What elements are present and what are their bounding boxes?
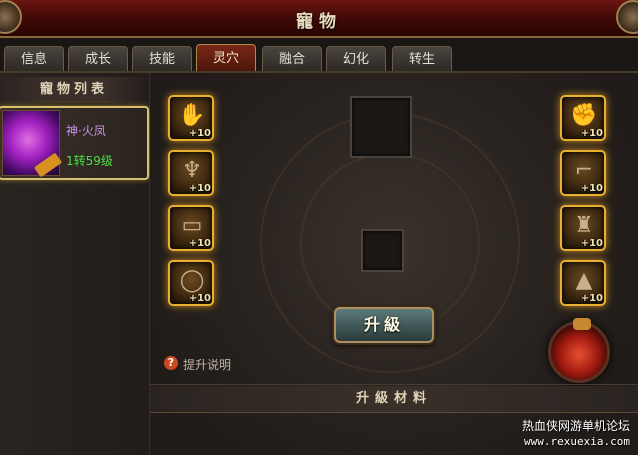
spirit-point-panel: ✋ +10 ♆ +10 ▭ +10 ◯ +10 ✊ +10 ⌐ +10 ♜ +1… [150, 73, 638, 455]
equip-slot-right-3[interactable]: ♜ +10 [560, 205, 606, 251]
slot-bonus: +10 [580, 293, 603, 304]
tab-bar: 信息 成长 技能 灵穴 融合 幻化 转生 [0, 40, 638, 72]
equip-slot-right-2[interactable]: ⌐ +10 [560, 150, 606, 196]
upgrade-button[interactable]: 升級 [334, 307, 434, 343]
claw-icon: ♆ [182, 158, 202, 183]
slot-bonus: +10 [188, 128, 211, 139]
slot-bonus: +10 [580, 238, 603, 249]
center-slot-small[interactable] [361, 229, 404, 272]
window-title: 寵物 [296, 12, 342, 32]
slot-bonus: +10 [580, 128, 603, 139]
watermark-line2: www.rexuexia.com [524, 435, 630, 448]
equip-slot-left-4[interactable]: ◯ +10 [168, 260, 214, 306]
gauntlet-icon: ✊ [570, 103, 598, 128]
pet-avatar [2, 110, 63, 178]
tab-fusion[interactable]: 融合 [262, 46, 322, 72]
material-bag-icon[interactable] [548, 318, 610, 383]
materials-divider [150, 412, 638, 413]
slot-bonus: +10 [580, 183, 603, 194]
greave-icon: ♜ [574, 213, 594, 238]
equip-slot-right-1[interactable]: ✊ +10 [560, 95, 606, 141]
tab-rebirth[interactable]: 转生 [392, 46, 452, 72]
equip-slot-right-4[interactable]: ▲ +10 [560, 260, 606, 306]
slot-bonus: +10 [188, 293, 211, 304]
pet-badge-ribbon [33, 152, 63, 178]
pet-level: 1转59级 [66, 154, 113, 168]
tab-skills[interactable]: 技能 [132, 46, 192, 72]
help-icon[interactable]: ? [164, 356, 178, 370]
glove-icon: ✋ [178, 103, 206, 128]
ring-icon: ◯ [179, 268, 205, 293]
slot-bonus: +10 [188, 238, 211, 249]
boot-icon: ⌐ [574, 158, 594, 183]
section-divider [150, 384, 638, 385]
watermark: 热血侠网游单机论坛 www.rexuexia.com [522, 418, 630, 450]
tab-spirit-point[interactable]: 灵穴 [196, 44, 256, 72]
slot-bonus: +10 [188, 183, 211, 194]
pet-list-item[interactable]: 神·火凤 1转59级 [0, 106, 149, 180]
equip-slot-left-1[interactable]: ✋ +10 [168, 95, 214, 141]
upgrade-help-link[interactable]: 提升说明 [183, 356, 231, 373]
center-slot-large[interactable] [350, 96, 412, 158]
tab-transform[interactable]: 幻化 [326, 46, 386, 72]
materials-header: 升級材料 [150, 386, 638, 412]
equip-slot-left-3[interactable]: ▭ +10 [168, 205, 214, 251]
watermark-line1: 热血侠网游单机论坛 [521, 419, 630, 433]
pet-list-header: 寵物列表 [0, 77, 148, 103]
tab-info[interactable]: 信息 [4, 46, 64, 72]
equip-slot-left-2[interactable]: ♆ +10 [168, 150, 214, 196]
pet-name: 神·火凤 [66, 124, 106, 138]
tab-growth[interactable]: 成长 [68, 46, 128, 72]
pet-list-panel: 寵物列表 神·火凤 1转59级 [0, 73, 150, 455]
cape-icon: ▲ [575, 268, 593, 293]
belt-icon: ▭ [181, 213, 203, 238]
title-bar: 寵物 [0, 0, 638, 38]
bag-knot [573, 318, 591, 330]
